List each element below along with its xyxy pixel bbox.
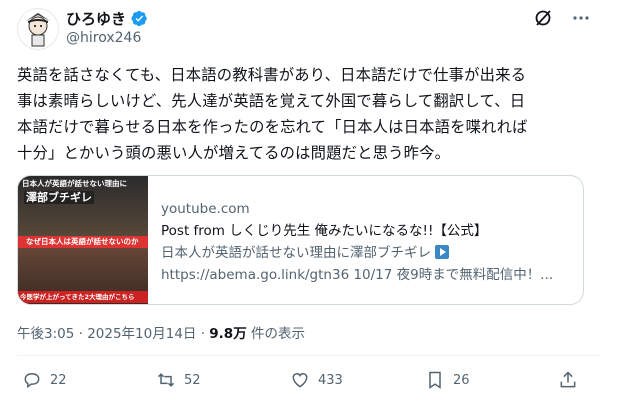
bookmark-icon bbox=[429, 371, 441, 389]
card-info: youtube.com Post from しくじり先生 俺みたいになるな!!【… bbox=[148, 176, 583, 304]
card-domain: youtube.com bbox=[161, 201, 250, 217]
card-description-line-2: https://abema.go.link/gtn36 10/17 夜9時まで無… bbox=[161, 267, 554, 283]
avatar-illustration-icon bbox=[26, 13, 50, 47]
card-thumbnail: 日本人が英語が話せない理由に 澤部ブチギレ なぜ日本人は英語が話せないのか 今医… bbox=[18, 176, 148, 304]
card-title: Post from しくじり先生 俺みたいになるな!!【公式】 bbox=[161, 223, 488, 239]
like-button[interactable]: 433 bbox=[290, 370, 343, 390]
tweet-meta: 午後3:05 · 2025年10月14日 · 9.8万 件の表示 bbox=[17, 322, 305, 342]
bookmark-count: 26 bbox=[453, 372, 470, 388]
repost-count: 52 bbox=[184, 372, 201, 388]
more-options-icon[interactable] bbox=[571, 8, 591, 28]
repost-button[interactable]: 52 bbox=[156, 370, 201, 390]
view-count: 9.8万 bbox=[209, 326, 247, 342]
top-actions bbox=[533, 8, 591, 28]
play-button-icon bbox=[435, 245, 450, 259]
heart-icon bbox=[292, 373, 308, 388]
grok-icon[interactable] bbox=[533, 8, 553, 28]
reply-button[interactable]: 22 bbox=[22, 370, 67, 390]
tweet-text: 英語を話さなくても、日本語の教科書があり、日本語だけで仕事が出来る 事は素晴らし… bbox=[17, 66, 528, 162]
repost-icon bbox=[157, 373, 175, 387]
action-bar: 22 52 433 26 bbox=[0, 370, 617, 396]
author-avatar[interactable] bbox=[17, 8, 59, 50]
thumb-caption-bottom: 今医学が上がってきた2大理由がこちら bbox=[20, 293, 135, 301]
view-count-label: 件の表示 bbox=[246, 326, 305, 342]
link-card[interactable]: 日本人が英語が話せない理由に 澤部ブチギレ なぜ日本人は英語が話せないのか 今医… bbox=[17, 175, 584, 305]
timestamp[interactable]: 午後3:05 · 2025年10月14日 · bbox=[17, 326, 209, 342]
like-count: 433 bbox=[318, 372, 343, 388]
thumb-caption-mid: なぜ日本人は英語が話せないのか bbox=[26, 237, 139, 246]
divider bbox=[17, 355, 600, 356]
author-display-name[interactable]: ひろゆき bbox=[66, 8, 126, 29]
card-description-line-1: 日本人が英語が話せない理由に澤部ブチギレ bbox=[161, 242, 583, 264]
author-handle[interactable]: @hirox246 bbox=[66, 30, 141, 46]
share-button[interactable] bbox=[558, 370, 578, 390]
thumb-caption-name: 澤部ブチギレ bbox=[24, 191, 94, 204]
share-icon bbox=[560, 371, 576, 388]
reply-icon bbox=[24, 372, 40, 389]
author-name-row: ひろゆき bbox=[66, 8, 148, 29]
thumb-caption-top: 日本人が英語が話せない理由に bbox=[22, 179, 127, 188]
reply-count: 22 bbox=[50, 372, 67, 388]
tweet: ひろゆき @hirox246 英語を話さなくても、日本語の教科書があり、日本語だ… bbox=[0, 0, 617, 404]
bookmark-button[interactable]: 26 bbox=[425, 370, 470, 390]
verified-badge-icon bbox=[131, 10, 148, 27]
